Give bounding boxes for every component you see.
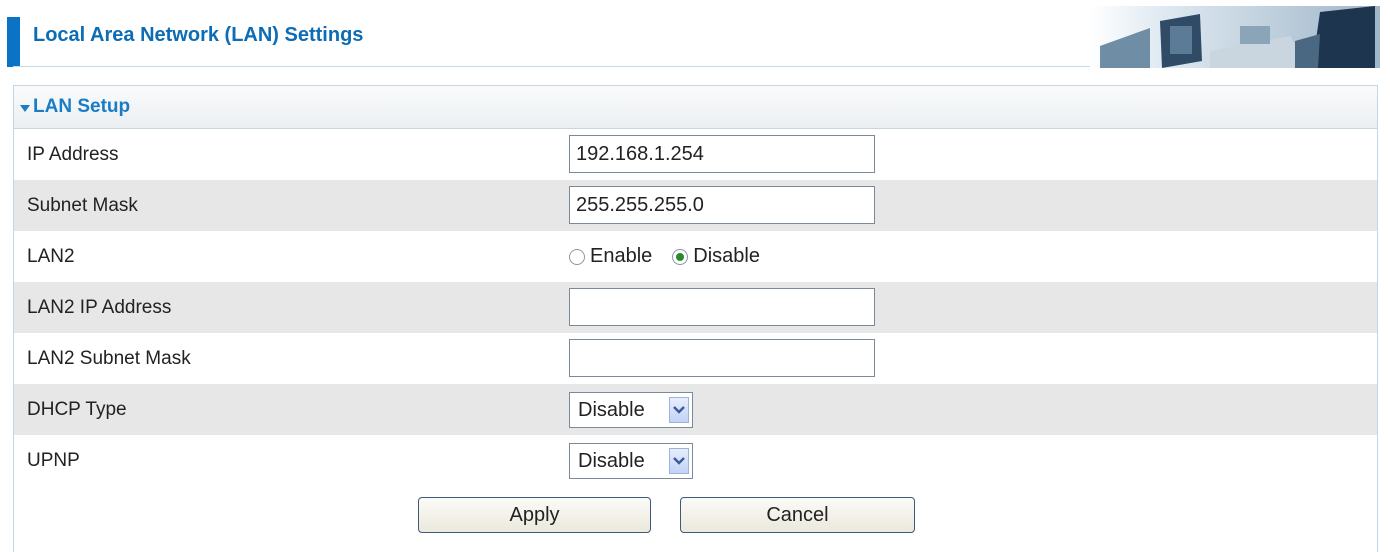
lan2-ip-address-label: LAN2 IP Address xyxy=(27,297,172,318)
ip-address-label: IP Address xyxy=(27,144,119,165)
page-title: Local Area Network (LAN) Settings xyxy=(33,24,364,46)
header-banner-image xyxy=(1090,6,1380,68)
upnp-select[interactable]: Disable xyxy=(569,443,693,479)
chevron-down-icon[interactable] xyxy=(669,397,689,423)
dhcp-type-label: DHCP Type xyxy=(27,399,127,420)
header-accent-bar xyxy=(7,17,20,67)
form-buttons: Apply Cancel xyxy=(14,486,1377,546)
lan2-ip-address-input[interactable] xyxy=(569,288,875,326)
lan2-subnet-mask-label: LAN2 Subnet Mask xyxy=(27,348,191,369)
panel-title: LAN Setup xyxy=(33,96,131,117)
subnet-mask-label: Subnet Mask xyxy=(27,195,138,216)
upnp-label: UPNP xyxy=(27,450,80,471)
lan2-row: LAN2 Enable Disable xyxy=(14,231,1377,282)
lan2-disable-label: Disable xyxy=(693,245,760,267)
lan2-radio-group: Enable Disable xyxy=(569,231,780,282)
apply-button[interactable]: Apply xyxy=(418,497,651,533)
lan2-disable-radio[interactable] xyxy=(672,248,689,265)
page-header: Local Area Network (LAN) Settings xyxy=(0,0,1390,82)
lan2-enable-label: Enable xyxy=(590,245,653,267)
lan2-disable-option[interactable]: Disable xyxy=(672,245,760,268)
cancel-button[interactable]: Cancel xyxy=(680,497,915,533)
dhcp-type-select[interactable]: Disable xyxy=(569,392,693,428)
collapse-triangle-icon[interactable] xyxy=(20,104,30,112)
lan2-subnet-mask-input[interactable] xyxy=(569,339,875,377)
lan2-label: LAN2 xyxy=(27,246,75,267)
chevron-down-icon[interactable] xyxy=(669,448,689,474)
upnp-value: Disable xyxy=(578,449,645,472)
panel-header[interactable]: LAN Setup xyxy=(14,86,1377,129)
subnet-mask-row: Subnet Mask xyxy=(14,180,1377,231)
lan2-enable-option[interactable]: Enable xyxy=(569,245,652,268)
ip-address-input[interactable] xyxy=(569,135,875,173)
subnet-mask-input[interactable] xyxy=(569,186,875,224)
lan-setup-panel: LAN Setup IP Address Subnet Mask LAN2 En… xyxy=(13,85,1378,552)
upnp-row: UPNP Disable xyxy=(14,435,1377,486)
lan2-enable-radio[interactable] xyxy=(569,248,585,265)
ip-address-row: IP Address xyxy=(14,129,1377,180)
lan2-subnet-mask-row: LAN2 Subnet Mask xyxy=(14,333,1377,384)
dhcp-type-value: Disable xyxy=(578,398,645,421)
dhcp-type-row: DHCP Type Disable xyxy=(14,384,1377,435)
lan2-ip-address-row: LAN2 IP Address xyxy=(14,282,1377,333)
